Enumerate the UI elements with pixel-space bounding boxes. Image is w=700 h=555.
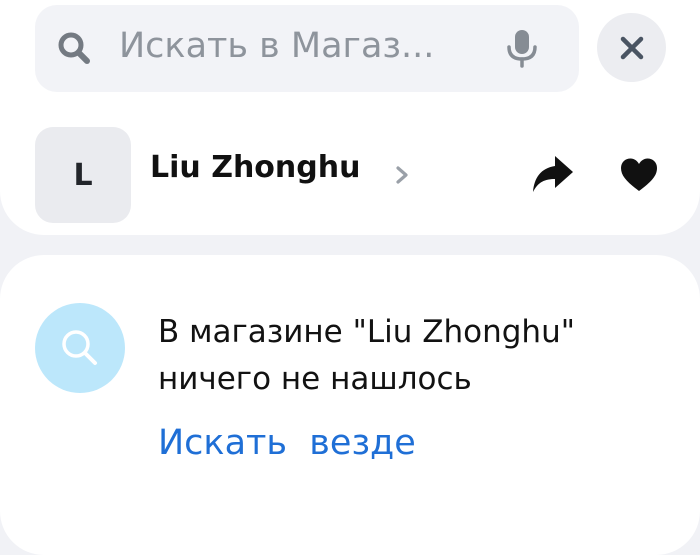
store-avatar[interactable]: L [35, 127, 131, 223]
heart-icon[interactable] [619, 157, 659, 193]
store-name-link[interactable]: Liu Zhonghu [150, 151, 360, 184]
search-icon [62, 330, 97, 365]
search-icon [58, 32, 90, 64]
close-button[interactable] [597, 13, 666, 82]
close-icon [620, 36, 643, 59]
microphone-icon[interactable] [505, 28, 539, 68]
chevron-right-icon [396, 166, 408, 184]
empty-state-icon [35, 303, 125, 393]
search-input[interactable] [119, 22, 449, 70]
search-everywhere-link[interactable]: Искать везде [158, 422, 416, 464]
empty-results-card [0, 255, 700, 555]
empty-results-message: В магазине "Liu Zhonghu" ничего не нашло… [158, 314, 575, 397]
share-icon[interactable] [531, 154, 575, 196]
